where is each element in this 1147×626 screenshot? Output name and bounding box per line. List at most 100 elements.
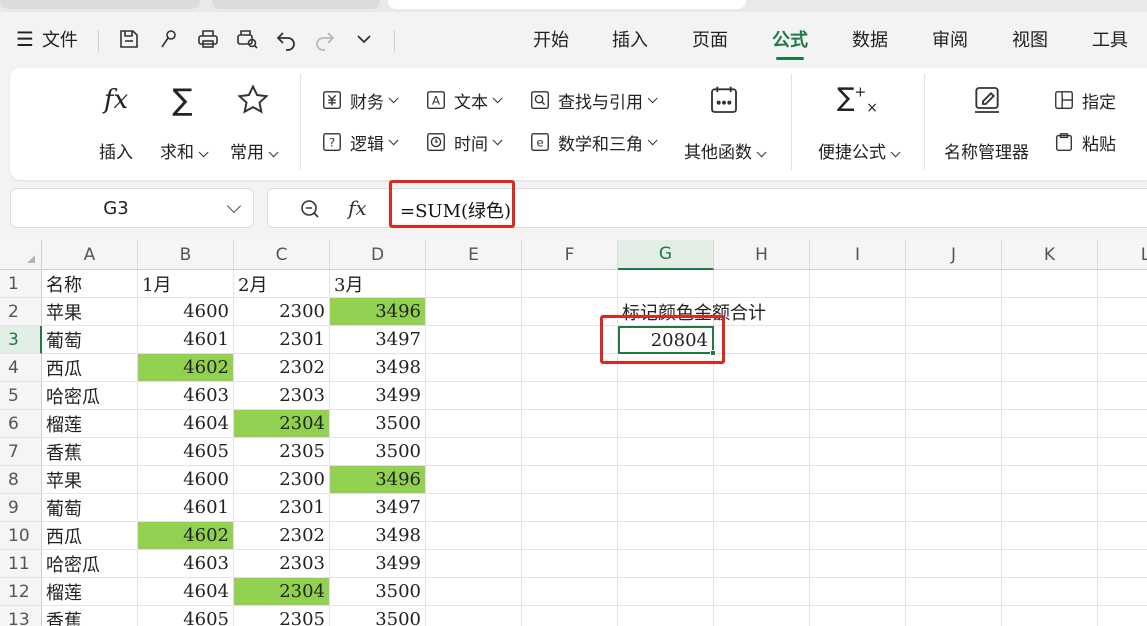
cell-b3[interactable]: 4601 [138,326,234,354]
cell-d11[interactable]: 3499 [330,550,426,578]
column-header-j[interactable]: J [906,240,1002,270]
common-functions-button[interactable]: 常用 [230,80,279,163]
cell-c8[interactable]: 2300 [234,466,330,494]
cell-c9[interactable]: 2301 [234,494,330,522]
cell-c7[interactable]: 2305 [234,438,330,466]
row-header-9[interactable]: 9 [0,494,42,522]
cell-a13[interactable]: 香蕉 [42,606,138,626]
cell-b8[interactable]: 4600 [138,466,234,494]
tab-data[interactable]: 数据 [852,26,888,52]
quick-formula-button[interactable]: ∑+× 便捷公式 [818,80,901,163]
cell-a12[interactable]: 榴莲 [42,578,138,606]
cell-c10[interactable]: 2302 [234,522,330,550]
document-tab[interactable] [0,0,200,9]
save-icon[interactable] [115,25,143,53]
column-header-f[interactable]: F [522,240,618,270]
more-chevron-down-icon[interactable] [350,25,378,53]
autosum-button[interactable]: ∑ 求和 [160,80,209,163]
cell-b2[interactable]: 4600 [138,298,234,326]
cell-d7[interactable]: 3500 [330,438,426,466]
cell-c11[interactable]: 2303 [234,550,330,578]
cell-d3[interactable]: 3497 [330,326,426,354]
cell-d6[interactable]: 3500 [330,410,426,438]
column-header-b[interactable]: B [138,240,234,270]
column-header-c[interactable]: C [234,240,330,270]
cell-d4[interactable]: 3498 [330,354,426,382]
cell-b7[interactable]: 4605 [138,438,234,466]
cell-a9[interactable]: 葡萄 [42,494,138,522]
document-tab-active[interactable] [388,0,746,9]
lookup-functions-button[interactable]: 查找与引用 [528,87,658,113]
cell-a8[interactable]: 苹果 [42,466,138,494]
print-preview-icon[interactable] [233,25,261,53]
column-header-g[interactable]: G [618,240,714,270]
tab-review[interactable]: 审阅 [932,26,968,52]
row-header-3[interactable]: 3 [0,326,42,354]
cell-a3[interactable]: 葡萄 [42,326,138,354]
row-header-7[interactable]: 7 [0,438,42,466]
cell-a1[interactable]: 名称 [42,270,138,298]
insert-function-button[interactable]: fx 插入 [96,80,136,163]
tab-view[interactable]: 视图 [1012,26,1048,52]
define-name-button[interactable]: 指定 [1052,87,1116,113]
tab-home[interactable]: 开始 [533,26,569,52]
cell-d2[interactable]: 3496 [330,298,426,326]
tab-insert[interactable]: 插入 [612,26,648,52]
cell-a4[interactable]: 西瓜 [42,354,138,382]
cell-a11[interactable]: 哈密瓜 [42,550,138,578]
column-header-h[interactable]: H [714,240,810,270]
name-manager-button[interactable]: 名称管理器 [944,80,1029,163]
print-icon[interactable] [194,25,222,53]
finance-functions-button[interactable]: 财务 [320,87,399,113]
row-header-8[interactable]: 8 [0,466,42,494]
row-header-10[interactable]: 10 [0,522,42,550]
cell-c3[interactable]: 2301 [234,326,330,354]
cell-d10[interactable]: 3498 [330,522,426,550]
select-all-corner[interactable] [0,240,42,270]
worksheet-grid[interactable]: A B C D E F G H I J K L 1 2 3 4 5 6 7 8 9 10 11 12 13 名称 1月 2月 3月 苹果 4… [0,240,1147,626]
other-functions-button[interactable]: 其他函数 [684,80,767,163]
cell-a6[interactable]: 榴莲 [42,410,138,438]
cell-d5[interactable]: 3499 [330,382,426,410]
column-header-l[interactable]: L [1098,240,1147,270]
text-functions-button[interactable]: A 文本 [424,87,503,113]
cell-a5[interactable]: 哈密瓜 [42,382,138,410]
paste-name-button[interactable]: 粘贴 [1052,129,1116,155]
row-header-11[interactable]: 11 [0,550,42,578]
column-header-i[interactable]: I [810,240,906,270]
chevron-down-icon[interactable] [226,198,242,214]
row-header-5[interactable]: 5 [0,382,42,410]
redo-icon[interactable] [311,25,339,53]
cell-c12[interactable]: 2304 [234,578,330,606]
cell-b1[interactable]: 1月 [138,270,234,298]
row-header-6[interactable]: 6 [0,410,42,438]
cell-c6[interactable]: 2304 [234,410,330,438]
fx-icon[interactable]: fx [348,196,367,220]
cell-c13[interactable]: 2305 [234,606,330,626]
file-menu[interactable]: ☰ 文件 [16,24,78,54]
cell-c1[interactable]: 2月 [234,270,330,298]
cell-b6[interactable]: 4604 [138,410,234,438]
column-header-a[interactable]: A [42,240,138,270]
cell-d1[interactable]: 3月 [330,270,426,298]
row-header-2[interactable]: 2 [0,298,42,326]
column-header-k[interactable]: K [1002,240,1098,270]
cell-c5[interactable]: 2303 [234,382,330,410]
tab-formulas[interactable]: 公式 [772,26,808,60]
cell-a7[interactable]: 香蕉 [42,438,138,466]
logic-functions-button[interactable]: ? 逻辑 [320,129,399,155]
tab-page[interactable]: 页面 [692,26,728,52]
row-header-4[interactable]: 4 [0,354,42,382]
cell-c2[interactable]: 2300 [234,298,330,326]
cell-c4[interactable]: 2302 [234,354,330,382]
zoom-out-icon[interactable] [298,197,322,221]
column-header-e[interactable]: E [426,240,522,270]
tab-tools[interactable]: 工具 [1092,26,1128,52]
cell-b9[interactable]: 4601 [138,494,234,522]
column-header-d[interactable]: D [330,240,426,270]
time-functions-button[interactable]: 时间 [424,129,503,155]
cell-b5[interactable]: 4603 [138,382,234,410]
cell-d8[interactable]: 3496 [330,466,426,494]
cell-b4[interactable]: 4602 [138,354,234,382]
cell-d9[interactable]: 3497 [330,494,426,522]
